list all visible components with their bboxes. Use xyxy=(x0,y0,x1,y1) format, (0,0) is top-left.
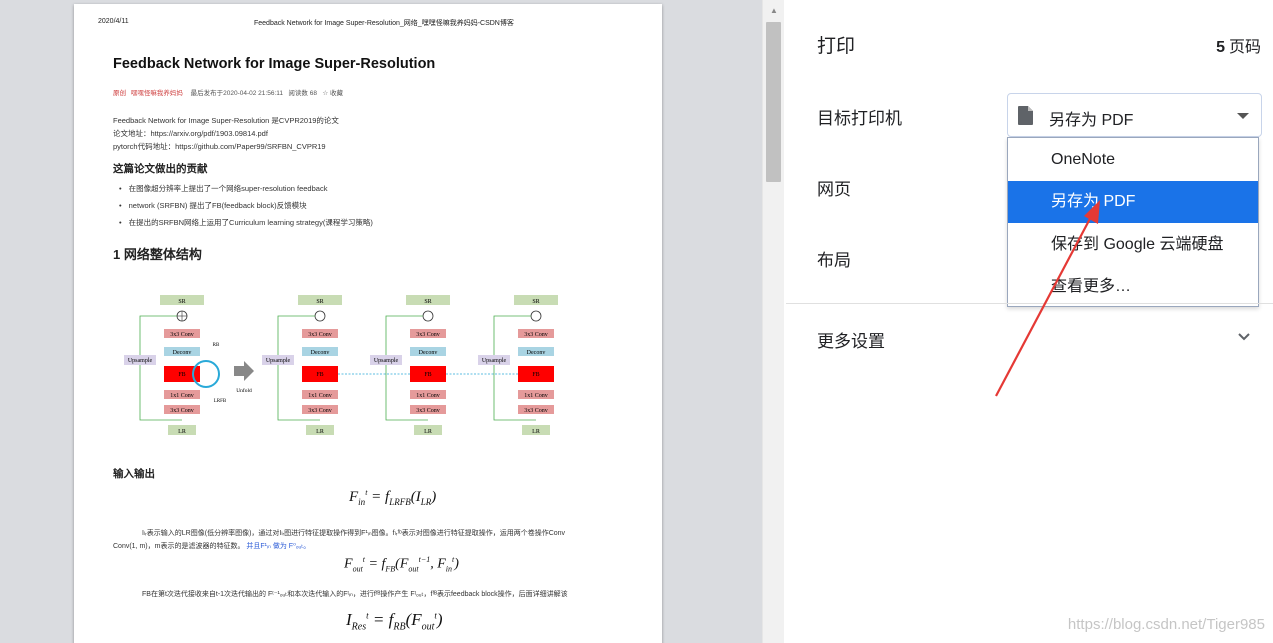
page-count-number: 5 xyxy=(1216,39,1225,56)
article-author: 嘿嘿怪嘛我养妈妈 xyxy=(130,90,183,97)
destination-dropdown-menu: OneNote 另存为 PDF 保存到 Google 云端硬盘 查看更多… xyxy=(1007,137,1259,307)
preview-scrollbar[interactable]: ▲ xyxy=(762,0,784,643)
svg-text:3x3 Conv: 3x3 Conv xyxy=(416,408,440,414)
section-heading-contrib: 这篇论文做出的贡献 xyxy=(113,163,208,175)
svg-text:Unfold: Unfold xyxy=(236,387,252,394)
destination-select[interactable]: 另存为 PDF xyxy=(1007,93,1262,137)
svg-text:Upsample: Upsample xyxy=(374,358,399,364)
more-settings-toggle[interactable]: 更多设置 xyxy=(817,327,885,352)
formula-2: Foutt = fFB(Foutt−1, Fint) xyxy=(344,555,459,574)
svg-text:Deconv: Deconv xyxy=(173,350,192,356)
svg-text:FB: FB xyxy=(316,372,323,378)
svg-text:Deconv: Deconv xyxy=(527,350,546,356)
page-header-title: Feedback Network for Image Super-Resolut… xyxy=(254,20,514,27)
destination-selected-value: 另存为 PDF xyxy=(1049,112,1134,129)
section-heading-io: 输入输出 xyxy=(113,468,155,480)
preview-page: 2020/4/11 Feedback Network for Image Sup… xyxy=(74,4,662,643)
svg-text:LR: LR xyxy=(532,429,540,435)
page-count-unit: 页码 xyxy=(1228,39,1261,56)
svg-text:LR: LR xyxy=(316,429,324,435)
svg-text:3x3 Conv: 3x3 Conv xyxy=(416,332,440,338)
fb-paragraph: FB在第t次迭代接收来自t-1次迭代输出的 Fᵗ⁻¹ₒᵤₜ和本次迭代输入的Fᵗᵢ… xyxy=(142,591,568,598)
svg-text:FB: FB xyxy=(424,372,431,378)
svg-text:FB: FB xyxy=(532,372,539,378)
svg-text:FB: FB xyxy=(178,372,185,378)
svg-text:3x3 Conv: 3x3 Conv xyxy=(170,332,194,338)
svg-text:SR: SR xyxy=(316,299,323,305)
page-header-date: 2020/4/11 xyxy=(98,18,129,25)
intro-line: Feedback Network for Image Super-Resolut… xyxy=(113,116,339,125)
pages-label: 网页 xyxy=(817,180,851,199)
svg-text:LR: LR xyxy=(424,429,432,435)
svg-text:Deconv: Deconv xyxy=(419,350,438,356)
svg-text:Upsample: Upsample xyxy=(482,358,507,364)
destination-option-see-more[interactable]: 查看更多… xyxy=(1008,266,1258,308)
section-divider xyxy=(786,303,1273,304)
svg-text:3x3 Conv: 3x3 Conv xyxy=(524,332,548,338)
scroll-up-arrow-icon[interactable]: ▲ xyxy=(763,4,785,18)
svg-text:1x1 Conv: 1x1 Conv xyxy=(308,393,332,399)
document-icon xyxy=(1018,106,1033,125)
io-paragraph: Iₗᵣ表示输入的LR图像(低分辨率图像)，通过对Iₗᵣ图进行特征提取操作得到F¹… xyxy=(142,530,566,537)
svg-text:1x1 Conv: 1x1 Conv xyxy=(170,393,194,399)
destination-label: 目标打印机 xyxy=(817,109,902,128)
svg-text:1x1 Conv: 1x1 Conv xyxy=(416,393,440,399)
svg-text:3x3 Conv: 3x3 Conv xyxy=(308,408,332,414)
svg-text:RB: RB xyxy=(213,343,220,348)
svg-text:1x1 Conv: 1x1 Conv xyxy=(524,393,548,399)
destination-option-google-drive[interactable]: 保存到 Google 云端硬盘 xyxy=(1008,224,1258,266)
svg-text:Deconv: Deconv xyxy=(311,350,330,356)
svg-text:Upsample: Upsample xyxy=(128,358,153,364)
svg-text:3x3 Conv: 3x3 Conv xyxy=(524,408,548,414)
article-title: Feedback Network for Image Super-Resolut… xyxy=(113,56,436,72)
svg-text:SR: SR xyxy=(424,299,431,305)
section-heading-network: 1 网络整体结构 xyxy=(113,247,202,262)
publish-time: 最后发布于2020-04-02 21:56:11 xyxy=(190,90,283,97)
svg-text:3x3 Conv: 3x3 Conv xyxy=(308,332,332,338)
read-count: 阅读数 68 xyxy=(288,90,317,97)
article-meta: 原创 嘿嘿怪嘛我养妈妈 最后发布于2020-04-02 21:56:11 阅读数… xyxy=(113,87,343,97)
svg-text:SR: SR xyxy=(532,299,539,305)
bullet-item: network (SRFBN) 提出了FB(feedback block)反馈模… xyxy=(119,200,307,211)
watermark: https://blog.csdn.net/Tiger985 xyxy=(1067,616,1265,633)
print-preview-area: 2020/4/11 Feedback Network for Image Sup… xyxy=(0,0,762,643)
scroll-thumb[interactable] xyxy=(766,22,781,182)
dropdown-caret-icon xyxy=(1237,113,1249,119)
network-figure: SR 3x3 Conv Deconv FB 1x1 Conv 3x3 Conv … xyxy=(124,295,558,435)
sr-label: SR xyxy=(178,299,185,305)
intro-line: pytorch代码地址：https://github.com/Paper99/S… xyxy=(113,142,326,151)
destination-option-save-as-pdf[interactable]: 另存为 PDF xyxy=(1008,181,1258,223)
svg-text:LR: LR xyxy=(178,429,186,435)
print-settings-panel: 打印 5 页码 目标打印机 另存为 PDF 网页 布局 OneNote 另存为 P… xyxy=(786,0,1273,643)
svg-text:Upsample: Upsample xyxy=(266,358,291,364)
intro-line: 论文地址：https://arxiv.org/pdf/1903.09814.pd… xyxy=(113,129,268,138)
svg-text:3x3 Conv: 3x3 Conv xyxy=(170,408,194,414)
bullet-item: 在图像超分辨率上提出了一个网络super-resolution feedback xyxy=(119,183,328,194)
io-paragraph-cont: Conv(1, m)，m表示的是滤波器的特征数。 并且F¹ᵢₙ 做为 F⁰ₒᵤₜ… xyxy=(113,543,311,550)
layout-label: 布局 xyxy=(817,251,851,270)
print-title: 打印 xyxy=(817,36,856,57)
print-dialog: 2020/4/11 Feedback Network for Image Sup… xyxy=(0,0,1273,643)
favorite-label: ☆ 收藏 xyxy=(322,90,344,97)
page-count: 5 页码 xyxy=(1216,33,1261,57)
bullet-item: 在提出的SRFBN网络上运用了Curriculum learning strat… xyxy=(119,217,373,228)
svg-text:LRFB: LRFB xyxy=(214,399,227,404)
formula-1: Fint = fLRFB(ILR) xyxy=(349,488,437,507)
original-badge: 原创 xyxy=(113,90,126,97)
formula-3: IRest = fRB(Foutt) xyxy=(346,610,443,633)
destination-option-onenote[interactable]: OneNote xyxy=(1008,139,1258,181)
chevron-down-icon[interactable] xyxy=(1237,330,1251,344)
